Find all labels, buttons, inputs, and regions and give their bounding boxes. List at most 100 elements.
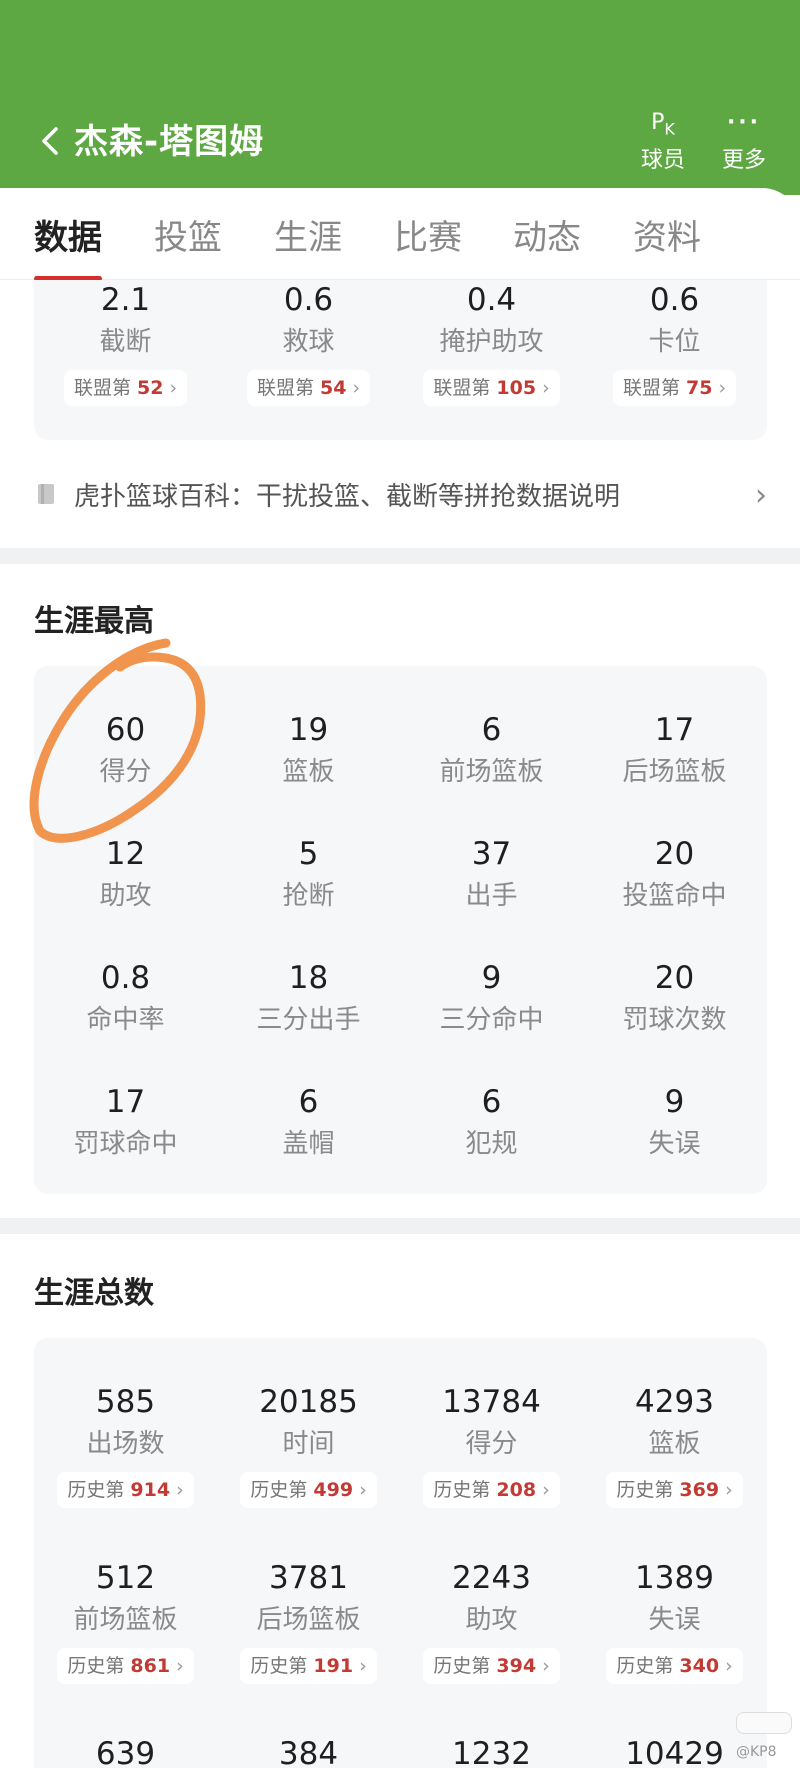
- stat-cell: 12 助攻: [34, 834, 217, 916]
- stat-value: 17: [654, 712, 695, 748]
- pk-label: 球员: [640, 148, 685, 173]
- stat-cell: 20 罚球次数: [583, 958, 766, 1040]
- stat-value: 0.6: [283, 282, 334, 318]
- stat-cell: 18 三分出手: [217, 958, 400, 1040]
- stat-cell: 17 后场篮板: [583, 710, 766, 792]
- rank-number: 208: [496, 1479, 537, 1501]
- stat-label: 命中率: [86, 1005, 165, 1035]
- rank-badge[interactable]: 联盟第 52 ›: [63, 370, 188, 406]
- book-icon: [38, 484, 54, 504]
- stat-value: 2243: [452, 1560, 531, 1596]
- rank-badge[interactable]: 联盟第 105 ›: [423, 370, 560, 406]
- pk-player-button[interactable]: PK 球员: [628, 106, 698, 174]
- rank-prefix: 联盟第: [256, 377, 314, 399]
- stat-label: 抢断: [282, 881, 335, 911]
- back-arrow-icon[interactable]: [38, 126, 62, 156]
- stat-value: 639: [95, 1736, 156, 1768]
- stat-label: 失误: [648, 1129, 701, 1159]
- chevron-right-icon: ›: [542, 1479, 550, 1501]
- defense-stats-card: 2.1 截断 联盟第 52 › 0.6 救球 联盟第 54 › 0.4 掩护助攻 联…: [34, 280, 767, 440]
- stat-value: 18: [288, 960, 329, 996]
- rank-number: 499: [313, 1479, 354, 1501]
- stat-cell: 2243 助攻 历史第 394 ›: [400, 1558, 583, 1684]
- stat-value: 13784: [442, 1384, 541, 1420]
- stat-label: 盖帽: [282, 1129, 335, 1159]
- rank-badge[interactable]: 联盟第 54 ›: [246, 370, 371, 406]
- chevron-right-icon: ›: [725, 1655, 733, 1677]
- rank-badge[interactable]: 历史第 369 ›: [606, 1472, 743, 1508]
- tab-shooting[interactable]: 投篮: [138, 210, 238, 280]
- stat-label: 得分: [99, 757, 152, 787]
- stat-label: 截断: [99, 327, 152, 357]
- stat-label: 掩护助攻: [439, 327, 544, 357]
- tab-news[interactable]: 动态: [497, 210, 597, 280]
- rank-number: 75: [686, 377, 713, 399]
- stat-value: 0.6: [649, 282, 700, 318]
- rank-badge[interactable]: 历史第 394 ›: [423, 1648, 560, 1684]
- rank-badge[interactable]: 历史第 191 ›: [240, 1648, 377, 1684]
- rank-prefix: 历史第: [433, 1479, 491, 1501]
- stat-label: 前场篮板: [439, 757, 544, 787]
- rank-badge[interactable]: 联盟第 75 ›: [612, 370, 737, 406]
- rank-prefix: 历史第: [250, 1479, 308, 1501]
- more-dots-icon: ···: [726, 110, 762, 135]
- rank-number: 861: [130, 1655, 171, 1677]
- chevron-right-icon: ›: [176, 1655, 184, 1677]
- stat-cell: 384: [217, 1734, 400, 1768]
- section-title-career-total: 生涯总数: [34, 1276, 154, 1311]
- tab-bar: 数据 投篮 生涯 比赛 动态 资料: [0, 210, 800, 281]
- stat-label: 罚球命中: [73, 1129, 178, 1159]
- rank-prefix: 联盟第: [433, 377, 491, 399]
- tab-games[interactable]: 比赛: [378, 210, 478, 280]
- stat-label: 篮板: [282, 757, 335, 787]
- stat-cell: 19 篮板: [217, 710, 400, 792]
- chevron-right-icon: ›: [352, 377, 361, 399]
- tab-profile[interactable]: 资料: [617, 210, 717, 280]
- rank-badge[interactable]: 历史第 861 ›: [57, 1648, 194, 1684]
- stat-label: 时间: [282, 1429, 335, 1459]
- stat-value: 37: [471, 836, 512, 872]
- stat-value: 9: [481, 960, 502, 996]
- rank-prefix: 历史第: [67, 1655, 125, 1677]
- rank-badge[interactable]: 历史第 340 ›: [606, 1648, 743, 1684]
- section-title-career-high: 生涯最高: [34, 604, 154, 639]
- stat-value: 1232: [452, 1736, 531, 1768]
- stat-cell: 3781 后场篮板 历史第 191 ›: [217, 1558, 400, 1684]
- stat-cell: 17 罚球命中: [34, 1082, 217, 1164]
- rank-number: 191: [313, 1655, 354, 1677]
- rank-number: 340: [679, 1655, 720, 1677]
- rank-number: 394: [496, 1655, 537, 1677]
- stat-label: 篮板: [648, 1429, 701, 1459]
- stat-value: 384: [278, 1736, 339, 1768]
- stat-cell: 4293 篮板 历史第 369 ›: [583, 1382, 766, 1508]
- page-title: 杰森-塔图姆: [74, 122, 265, 162]
- stat-label: 助攻: [99, 881, 152, 911]
- rank-badge[interactable]: 历史第 208 ›: [423, 1472, 560, 1508]
- stat-value: 0.8: [100, 960, 151, 996]
- tab-data[interactable]: 数据: [18, 210, 118, 280]
- stat-value: 2.1: [100, 282, 151, 318]
- stat-cell: 20 投篮命中: [583, 834, 766, 916]
- section-divider: [0, 1218, 800, 1234]
- stat-label: 投篮命中: [622, 881, 727, 911]
- stat-label: 助攻: [465, 1605, 518, 1635]
- rank-badge[interactable]: 历史第 499 ›: [240, 1472, 377, 1508]
- stat-cell: 0.6 卡位 联盟第 75 ›: [583, 280, 766, 406]
- stat-cell: 6 盖帽: [217, 1082, 400, 1164]
- stat-value: 9: [664, 1084, 685, 1120]
- wiki-link-row[interactable]: 虎扑篮球百科：干扰投篮、截断等拼抢数据说明 ›: [34, 470, 767, 516]
- chevron-right-icon: ›: [542, 1655, 550, 1677]
- tab-career[interactable]: 生涯: [258, 210, 358, 280]
- rank-prefix: 历史第: [250, 1655, 308, 1677]
- more-label: 更多: [721, 148, 766, 173]
- rank-number: 54: [320, 377, 347, 399]
- stat-value: 17: [105, 1084, 146, 1120]
- stat-value: 12: [105, 836, 146, 872]
- watermark-text: @KP8: [736, 1744, 777, 1760]
- rank-prefix: 联盟第: [622, 377, 680, 399]
- more-button[interactable]: ··· 更多: [709, 106, 779, 174]
- stat-cell: 639: [34, 1734, 217, 1768]
- rank-badge[interactable]: 历史第 914 ›: [57, 1472, 194, 1508]
- rank-prefix: 历史第: [433, 1655, 491, 1677]
- rank-prefix: 历史第: [67, 1479, 125, 1501]
